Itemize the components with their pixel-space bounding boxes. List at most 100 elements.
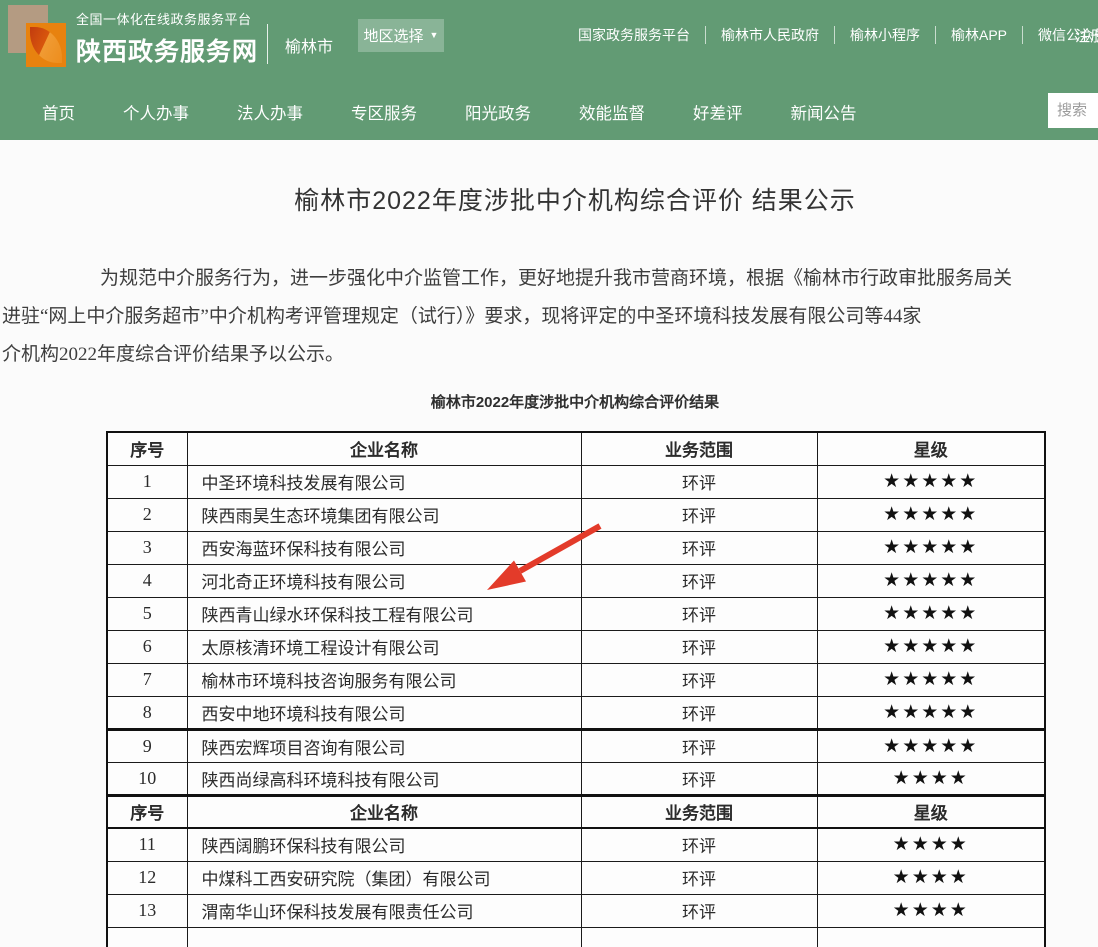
table-row [107, 927, 1045, 947]
stars-cell: ★★★★★ [817, 630, 1045, 663]
header-cell: 业务范围 [581, 795, 817, 828]
table-row: 6太原核清环境工程设计有限公司环评★★★★★ [107, 630, 1045, 663]
company-name-cell: 西安海蓝环保科技有限公司 [187, 531, 581, 564]
main-nav: 首页 个人办事 法人办事 专区服务 阳光政务 效能监督 好差评 新闻公告 [0, 84, 1098, 140]
scope-cell: 环评 [581, 861, 817, 894]
site-name: 陕西政务服务网 [76, 32, 258, 68]
row-number-cell: 3 [107, 531, 187, 564]
scope-cell: 环评 [581, 597, 817, 630]
company-name-cell: 渭南华山环保科技发展有限责任公司 [187, 894, 581, 927]
announcement-paragraph: 为规范中介服务行为，进一步强化中介监管工作，更好地提升我市营商环境，根据《榆林市… [2, 260, 1098, 374]
table-header-row: 序号企业名称业务范围星级 [107, 432, 1045, 465]
header-cell: 序号 [107, 432, 187, 465]
nav-item-3[interactable]: 专区服务 [351, 100, 417, 124]
search-input[interactable] [1048, 93, 1098, 128]
header-cell: 星级 [817, 432, 1045, 465]
row-number-cell: 1 [107, 465, 187, 498]
scope-cell: 环评 [581, 696, 817, 729]
company-name-cell: 中圣环境科技发展有限公司 [187, 465, 581, 498]
company-name-cell: 中煤科工西安研究院（集团）有限公司 [187, 861, 581, 894]
table-row: 1中圣环境科技发展有限公司环评★★★★★ [107, 465, 1045, 498]
top-link-3[interactable]: 榆林APP [936, 26, 1023, 44]
scope-cell: 环评 [581, 729, 817, 762]
scope-cell: 环评 [581, 828, 817, 861]
top-link-2[interactable]: 榆林小程序 [835, 26, 936, 44]
scope-cell: 环评 [581, 465, 817, 498]
table-header-row: 序号企业名称业务范围星级 [107, 795, 1045, 828]
row-number-cell [107, 927, 187, 947]
company-name-cell: 西安中地环境科技有限公司 [187, 696, 581, 729]
company-name-cell: 陕西阔鹏环保科技有限公司 [187, 828, 581, 861]
paragraph-line: 进驻“网上中介服务超市”中介机构考评管理规定（试行）》要求，现将评定的中圣环境科… [2, 298, 1098, 336]
region-selector-button[interactable]: 地区选择 ▼ [358, 19, 444, 52]
paragraph-line: 为规范中介服务行为，进一步强化中介监管工作，更好地提升我市营商环境，根据《榆林市… [2, 260, 1098, 298]
results-table: 序号企业名称业务范围星级1中圣环境科技发展有限公司环评★★★★★2陕西雨昊生态环… [106, 431, 1046, 947]
site-header: 全国一体化在线政务服务平台 陕西政务服务网 榆林市 地区选择 ▼ 国家政务服务平… [0, 0, 1098, 140]
table-row: 7榆林市环境科技咨询服务有限公司环评★★★★★ [107, 663, 1045, 696]
company-name-cell: 太原核清环境工程设计有限公司 [187, 630, 581, 663]
nav-item-2[interactable]: 法人办事 [237, 100, 303, 124]
table-row: 8西安中地环境科技有限公司环评★★★★★ [107, 696, 1045, 729]
table-row: 13渭南华山环保科技发展有限责任公司环评★★★★ [107, 894, 1045, 927]
table-row: 10陕西尚绿高科环境科技有限公司环评★★★★ [107, 762, 1045, 795]
register-link[interactable]: 注册 [1075, 25, 1098, 46]
row-number-cell: 2 [107, 498, 187, 531]
page: 全国一体化在线政务服务平台 陕西政务服务网 榆林市 地区选择 ▼ 国家政务服务平… [0, 0, 1098, 947]
top-link-1[interactable]: 榆林市人民政府 [706, 26, 835, 44]
table-row: 9陕西宏辉项目咨询有限公司环评★★★★★ [107, 729, 1045, 762]
scope-cell: 环评 [581, 630, 817, 663]
row-number-cell: 12 [107, 861, 187, 894]
header-cell: 星级 [817, 795, 1045, 828]
row-number-cell: 8 [107, 696, 187, 729]
table-row: 11陕西阔鹏环保科技有限公司环评★★★★ [107, 828, 1045, 861]
stars-cell: ★★★★★ [817, 465, 1045, 498]
table-row: 5陕西青山绿水环保科技工程有限公司环评★★★★★ [107, 597, 1045, 630]
header-divider [267, 24, 268, 64]
stars-cell: ★★★★★ [817, 498, 1045, 531]
header-cell: 企业名称 [187, 795, 581, 828]
scope-cell: 环评 [581, 498, 817, 531]
row-number-cell: 7 [107, 663, 187, 696]
top-links: 国家政务服务平台榆林市人民政府榆林小程序榆林APP微信公众号 [563, 26, 1098, 44]
nav-item-5[interactable]: 效能监督 [579, 100, 645, 124]
region-selector-label: 地区选择 [364, 25, 424, 46]
site-titles: 全国一体化在线政务服务平台 陕西政务服务网 [76, 9, 258, 68]
row-number-cell: 11 [107, 828, 187, 861]
scope-cell: 环评 [581, 531, 817, 564]
nav-item-0[interactable]: 首页 [42, 100, 75, 124]
scope-cell: 环评 [581, 894, 817, 927]
nav-item-7[interactable]: 新闻公告 [791, 100, 857, 124]
company-name-cell: 陕西宏辉项目咨询有限公司 [187, 729, 581, 762]
row-number-cell: 9 [107, 729, 187, 762]
row-number-cell: 4 [107, 564, 187, 597]
table-caption: 榆林市2022年度涉批中介机构综合评价结果 [0, 391, 1098, 412]
nav-item-6[interactable]: 好差评 [693, 100, 743, 124]
company-name-cell: 河北奇正环境科技有限公司 [187, 564, 581, 597]
header-cell: 企业名称 [187, 432, 581, 465]
header-cell: 序号 [107, 795, 187, 828]
scope-cell: 环评 [581, 564, 817, 597]
platform-name: 全国一体化在线政务服务平台 [76, 9, 258, 28]
stars-cell: ★★★★★ [817, 531, 1045, 564]
paragraph-line: 介机构2022年度综合评价结果予以公示。 [2, 336, 1098, 374]
nav-item-4[interactable]: 阳光政务 [465, 100, 531, 124]
stars-cell: ★★★★ [817, 894, 1045, 927]
table-row: 2陕西雨昊生态环境集团有限公司环评★★★★★ [107, 498, 1045, 531]
chevron-down-icon: ▼ [430, 31, 439, 40]
company-name-cell: 陕西尚绿高科环境科技有限公司 [187, 762, 581, 795]
stars-cell: ★★★★★ [817, 564, 1045, 597]
row-number-cell: 13 [107, 894, 187, 927]
site-logo[interactable] [8, 5, 66, 69]
company-name-cell: 榆林市环境科技咨询服务有限公司 [187, 663, 581, 696]
stars-cell: ★★★★★ [817, 729, 1045, 762]
stars-cell: ★★★★★ [817, 663, 1045, 696]
table-row: 12中煤科工西安研究院（集团）有限公司环评★★★★ [107, 861, 1045, 894]
table-row: 4河北奇正环境科技有限公司环评★★★★★ [107, 564, 1045, 597]
page-title: 榆林市2022年度涉批中介机构综合评价 结果公示 [0, 181, 1098, 217]
top-link-0[interactable]: 国家政务服务平台 [563, 26, 706, 44]
scope-cell: 环评 [581, 663, 817, 696]
stars-cell: ★★★★ [817, 762, 1045, 795]
nav-item-1[interactable]: 个人办事 [123, 100, 189, 124]
stars-cell: ★★★★ [817, 828, 1045, 861]
row-number-cell: 6 [107, 630, 187, 663]
